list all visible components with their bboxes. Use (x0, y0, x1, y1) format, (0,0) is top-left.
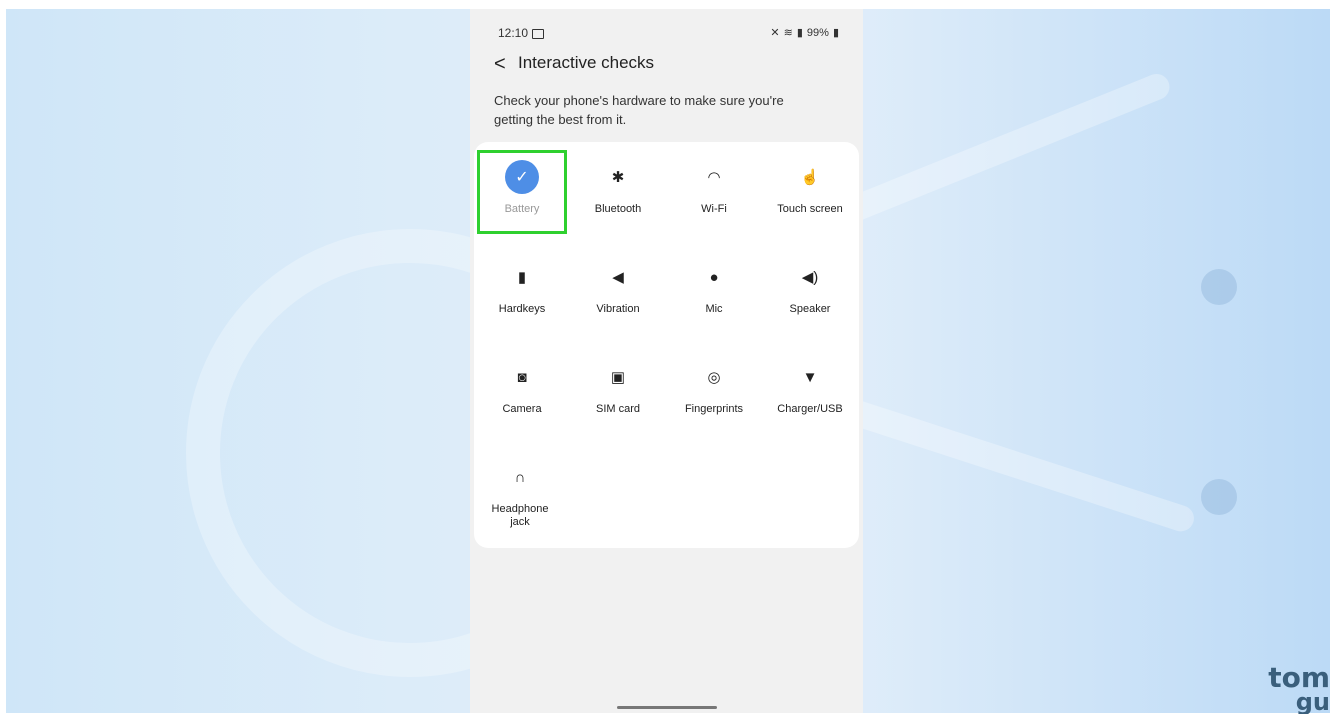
check-label: Wi-Fi (701, 203, 727, 215)
check-item-mic[interactable]: ● Mic (666, 260, 762, 316)
usb-icon: ▼ (802, 368, 818, 386)
status-icons: ✕ ≋ ▮ 99% ▮ (770, 26, 839, 40)
check-item-sim-card[interactable]: ▣ SIM card (570, 360, 666, 416)
check-item-headphone-jack[interactable]: ∩ Headphone jack (474, 460, 566, 529)
camera-icon: ◙ (517, 368, 527, 386)
touch-icon: ☝ (800, 169, 820, 186)
wifi-status-icon: ≋ (783, 27, 793, 39)
bluetooth-icon: ✱ (611, 169, 625, 186)
check-item-charger-usb[interactable]: ▼ Charger/USB (762, 360, 858, 416)
check-item-bluetooth[interactable]: ✱ Bluetooth (570, 160, 666, 216)
headphone-icon: ∩ (514, 468, 526, 486)
fingerprint-icon: ◎ (707, 369, 721, 386)
vibration-icon: ◀ (612, 269, 624, 286)
checks-card: ✓ Battery ✱ Bluetooth ◠ Wi-Fi ☝ Touch sc… (474, 142, 859, 548)
wifi-icon: ◠ (707, 169, 721, 186)
mute-icon: ✕ (770, 27, 780, 39)
status-time: 12:10 (498, 26, 545, 40)
watermark-dot (1201, 479, 1237, 515)
check-label: Mic (705, 303, 723, 315)
check-icon: ✓ (505, 160, 539, 194)
check-label: Battery (504, 203, 540, 215)
check-label: Headphone jack (491, 503, 549, 528)
battery-percent: 99% (806, 26, 829, 39)
home-indicator[interactable] (617, 706, 717, 709)
check-label: Camera (502, 403, 542, 415)
check-item-speaker[interactable]: ◀) Speaker (762, 260, 858, 316)
check-label: Fingerprints (684, 403, 744, 415)
page-title: Interactive checks (518, 53, 655, 72)
check-item-wifi[interactable]: ◠ Wi-Fi (666, 160, 762, 216)
hardkeys-icon: ▮ (517, 269, 527, 286)
check-label: Speaker (789, 303, 831, 315)
gallery-notification-icon (532, 28, 545, 39)
check-item-touch-screen[interactable]: ☝ Touch screen (762, 160, 858, 216)
check-label: SIM card (595, 403, 640, 415)
check-item-camera[interactable]: ◙ Camera (474, 360, 570, 416)
check-item-vibration[interactable]: ◀ Vibration (570, 260, 666, 316)
speaker-icon: ◀) (801, 269, 819, 286)
check-label: Charger/USB (777, 403, 843, 415)
back-button[interactable]: < (494, 53, 506, 76)
check-item-hardkeys[interactable]: ▮ Hardkeys (474, 260, 570, 316)
phone-screen: 12:10 ✕ ≋ ▮ 99% ▮ < Interactive checks C… (470, 9, 863, 713)
sim-card-icon: ▣ (610, 369, 626, 386)
page-description: Check your phone's hardware to make sure… (494, 93, 784, 127)
check-item-fingerprints[interactable]: ◎ Fingerprints (666, 360, 762, 416)
check-label: Hardkeys (498, 303, 546, 315)
signal-icon: ▮ (796, 27, 803, 39)
battery-icon: ▮ (832, 27, 839, 39)
check-label: Vibration (596, 303, 640, 315)
watermark-dot (1201, 269, 1237, 305)
check-item-battery[interactable]: ✓ Battery (474, 160, 570, 216)
check-label: Bluetooth (594, 203, 642, 215)
mic-icon: ● (709, 268, 719, 286)
brand-logo: tom gu (1268, 666, 1330, 714)
check-label: Touch screen (777, 203, 843, 215)
